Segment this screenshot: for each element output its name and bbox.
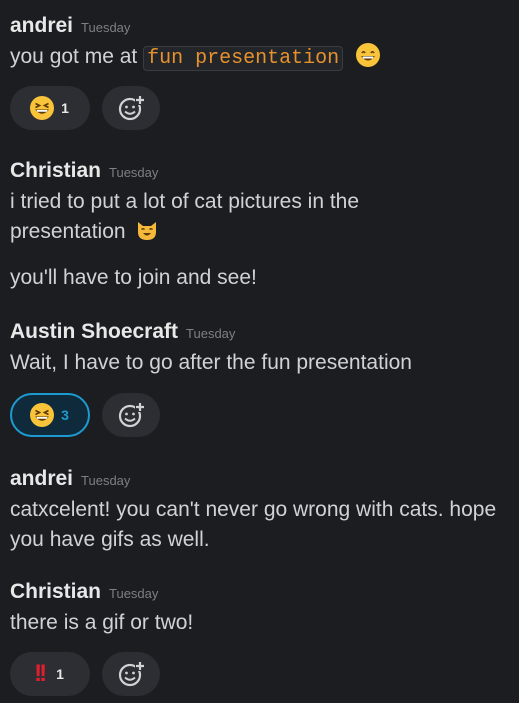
message-text: i tried to put a lot of cat pictures in … [10,190,360,243]
add-reaction-button[interactable] [102,393,160,437]
message-text: Wait, I have to go after the fun present… [10,351,412,374]
inline-code: fun presentation [143,46,344,71]
author-name[interactable]: andrei [10,467,73,491]
reaction-double-exclamation[interactable]: !! 1 [10,652,90,696]
timestamp[interactable]: Tuesday [81,473,130,488]
message-austin: Austin Shoecraft Tuesday Wait, I have to… [10,320,515,378]
message-text: catxcelent! you can't never go wrong wit… [10,498,497,551]
add-reaction-icon [118,661,145,687]
author-name[interactable]: andrei [10,14,73,38]
reactions-bar: 3 [10,393,160,437]
add-reaction-button[interactable] [102,652,160,696]
reactions-bar: 1 [10,86,160,130]
timestamp[interactable]: Tuesday [109,586,158,601]
reaction-count: 3 [61,407,69,423]
grinning-face-icon [355,43,380,67]
message-text: there is a gif or two! [10,611,194,634]
add-reaction-button[interactable] [102,86,160,130]
double-exclamation-icon: !! [34,660,47,687]
reactions-bar: !! 1 [10,652,160,696]
author-name[interactable]: Christian [10,159,101,183]
message-text-secondary: you'll have to join and see! [10,266,257,289]
message-christian-2: Christian Tuesday there is a gif or two! [10,580,515,638]
message-text: you got me at fun presentation [10,42,515,74]
reaction-laughing[interactable]: 3 [10,393,90,437]
message-christian-1: Christian Tuesday i tried to put a lot o… [10,159,515,293]
laughing-face-icon [30,403,55,427]
author-name[interactable]: Christian [10,580,101,604]
laughing-face-icon [30,96,55,120]
message-andrei-2: andrei Tuesday catxcelent! you can't nev… [10,467,515,555]
reaction-laughing[interactable]: 1 [10,86,90,130]
timestamp[interactable]: Tuesday [109,165,158,180]
author-name[interactable]: Austin Shoecraft [10,320,178,344]
reaction-count: 1 [61,100,69,116]
smiling-cat-icon [138,222,157,240]
reaction-count: 1 [56,666,64,682]
timestamp[interactable]: Tuesday [81,20,130,35]
timestamp[interactable]: Tuesday [186,326,235,341]
add-reaction-icon [118,95,145,121]
add-reaction-icon [118,402,145,428]
message-andrei-1: andrei Tuesday you got me at fun present… [10,14,515,74]
